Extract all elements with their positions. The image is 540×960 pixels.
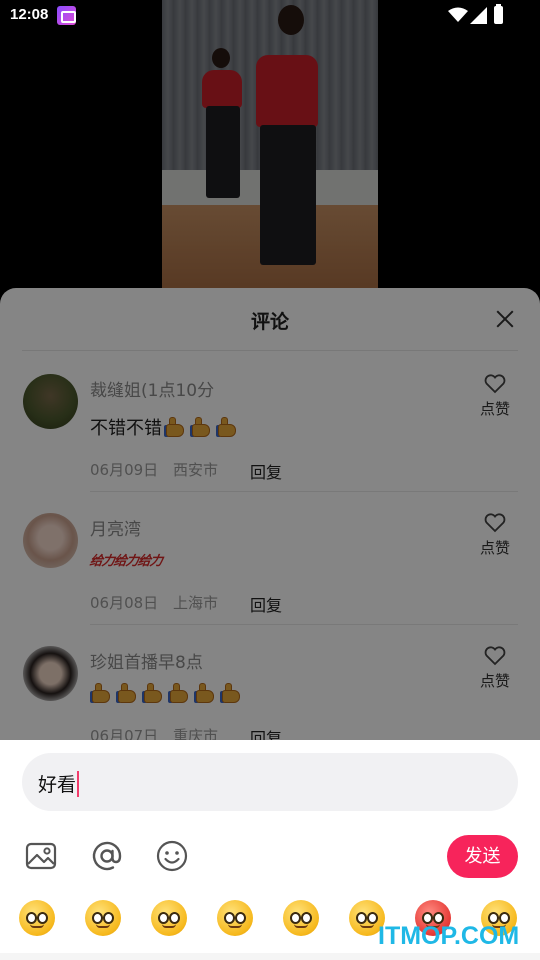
comment-input-value: 好看: [38, 774, 77, 796]
wifi-icon: [448, 7, 468, 22]
text-caret: [77, 770, 80, 797]
smirk-emoji[interactable]: [217, 900, 253, 936]
comment-author[interactable]: 裁缝姐(1点10分: [90, 376, 214, 401]
battery-icon: [494, 4, 503, 24]
kiss-emoji[interactable]: [283, 900, 319, 936]
heart-icon: [484, 646, 506, 666]
like-button[interactable]: 点赞: [472, 646, 518, 691]
thumbs-up-emoji: [190, 416, 214, 438]
comment-location: 西安市: [172, 461, 218, 479]
avatar[interactable]: [23, 374, 78, 429]
comment-location: 上海市: [172, 594, 218, 612]
comment-date: 06月09日: [90, 461, 159, 479]
comment-input-text: 好看: [38, 770, 80, 797]
comment-author[interactable]: 月亮湾: [90, 515, 141, 540]
video-player[interactable]: [162, 0, 378, 290]
like-label: 点赞: [479, 539, 510, 557]
thumbs-up-emoji: [142, 682, 166, 704]
comment-input[interactable]: 好看: [22, 753, 518, 811]
header-divider: [22, 350, 518, 351]
comment-divider: [90, 624, 518, 625]
like-label: 点赞: [479, 400, 510, 418]
close-button[interactable]: [490, 304, 520, 334]
avatar[interactable]: [23, 646, 78, 701]
surprised-emoji[interactable]: [151, 900, 187, 936]
like-button[interactable]: 点赞: [472, 513, 518, 558]
comment-item: 裁缝姐(1点10分 不错不错 06月09日 西安市 回复 点赞: [0, 374, 540, 509]
comment-text: 不错不错: [90, 414, 240, 440]
heart-icon: [484, 374, 506, 394]
thumbs-up-emoji: [220, 682, 244, 704]
thumbs-up-emoji: [90, 682, 114, 704]
app-notification-icon: [57, 6, 76, 25]
comment-date: 06月08日: [90, 594, 159, 612]
like-button[interactable]: 点赞: [472, 374, 518, 419]
comment-text: 给力给力给力: [88, 550, 163, 569]
emoji-icon[interactable]: [154, 838, 190, 874]
reply-button[interactable]: 回复: [250, 459, 282, 483]
thumbs-up-emoji: [194, 682, 218, 704]
thumbs-up-emoji: [216, 416, 240, 438]
smile-emoji[interactable]: [19, 900, 55, 936]
comment-meta: 06月08日 上海市: [90, 592, 228, 613]
watermark: ITMOP.COM: [378, 922, 520, 950]
thumbs-up-emoji: [164, 416, 188, 438]
reply-button[interactable]: 回复: [250, 592, 282, 616]
sheet-title: 评论: [250, 311, 289, 333]
heart-eyes-emoji[interactable]: [85, 900, 121, 936]
comment-text-content: 不错不错: [90, 418, 162, 439]
sticker-text: 给力给力给力: [88, 554, 163, 569]
heart-icon: [484, 513, 506, 533]
comment-meta: 06月09日 西安市: [90, 459, 228, 480]
comment-divider: [90, 491, 518, 492]
comment-text: [90, 682, 244, 704]
status-bar: 12:08: [0, 0, 540, 32]
thumbs-up-emoji: [116, 682, 140, 704]
nav-bar-strip: [0, 953, 540, 960]
send-button[interactable]: 发送: [447, 835, 518, 878]
at-icon[interactable]: [89, 838, 125, 874]
avatar[interactable]: [23, 513, 78, 568]
comment-author[interactable]: 珍姐首播早8点: [90, 648, 203, 673]
like-label: 点赞: [479, 672, 510, 690]
image-icon[interactable]: [23, 838, 59, 874]
status-time: 12:08: [10, 6, 49, 23]
thumbs-up-emoji: [168, 682, 192, 704]
comment-item: 月亮湾 给力给力给力 06月08日 上海市 回复 点赞: [0, 513, 540, 648]
signal-icon: [470, 7, 487, 24]
